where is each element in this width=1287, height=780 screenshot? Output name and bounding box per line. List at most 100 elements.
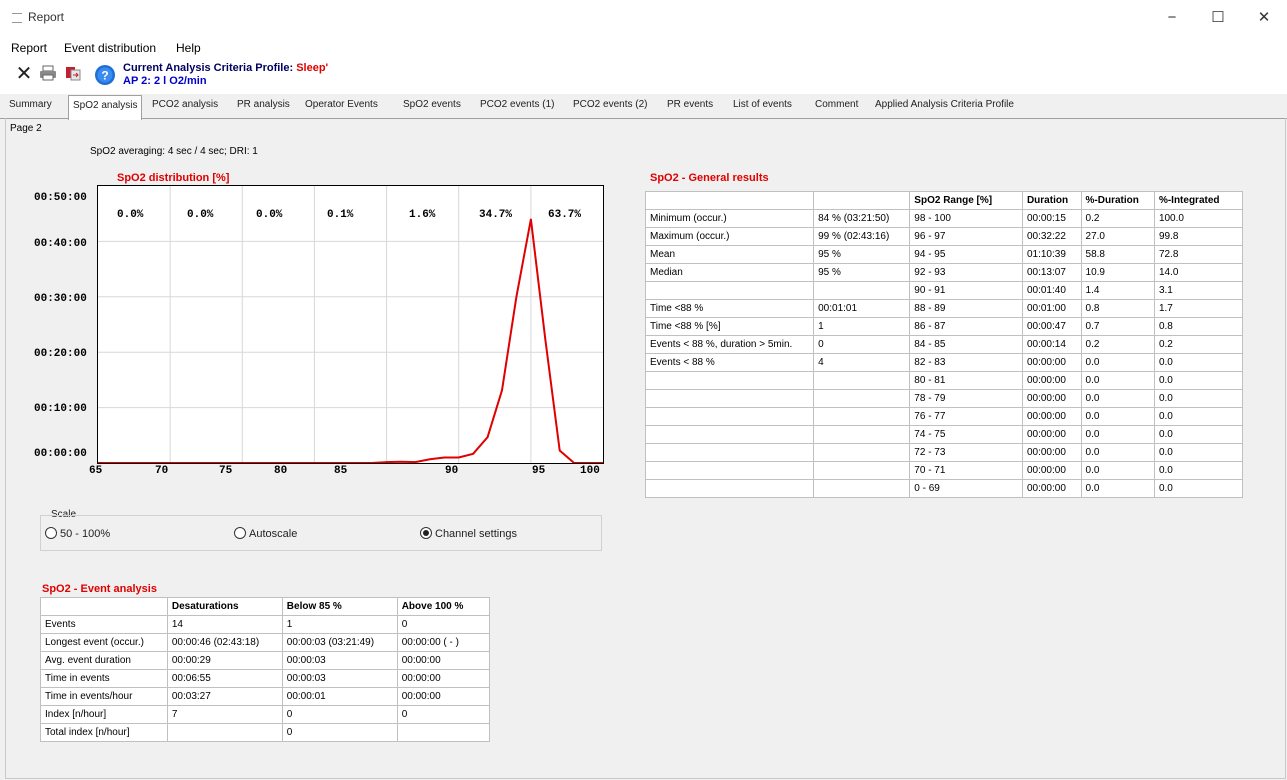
table-cell: 0.0: [1080, 479, 1155, 498]
tab-pco2-analysis[interactable]: PCO2 analysis: [152, 99, 218, 110]
table-cell: [644, 425, 815, 444]
table-cell: 1.4: [1080, 281, 1155, 300]
table-cell: 58.8: [1080, 245, 1155, 264]
table-cell: [813, 281, 911, 300]
minimize-button[interactable]: −: [1149, 6, 1195, 30]
table-cell: 0 - 69: [909, 479, 1023, 498]
table-cell: 84 % (03:21:50): [813, 209, 911, 228]
tab-spo2-analysis[interactable]: SpO2 analysis: [68, 95, 143, 120]
data-point: [400, 460, 402, 463]
table-cell: [813, 389, 911, 408]
event-analysis-title: SpO2 - Event analysis: [42, 583, 157, 595]
scale-option-channel-settings[interactable]: Channel settings: [420, 527, 517, 540]
profile-line-2: AP 2: 2 l O2/min: [123, 75, 207, 87]
table-cell: [813, 371, 911, 390]
scale-option-50-100[interactable]: 50 - 100%: [45, 527, 110, 540]
tab-strip: Summary SpO2 analysis PCO2 analysis PR a…: [0, 94, 1287, 120]
data-point: [486, 436, 489, 438]
table-cell: 0.0: [1153, 443, 1244, 462]
table-cell: 00:03:27: [166, 687, 283, 706]
table-cell: Longest event (occur.): [40, 633, 168, 652]
table-cell: Index [n/hour]: [40, 705, 168, 724]
distribution-title: SpO2 distribution [%]: [117, 172, 230, 184]
table-cell: 00:00:46 (02:43:18): [166, 633, 283, 652]
data-point: [558, 449, 561, 452]
tab-pco2-events-2[interactable]: PCO2 events (2): [573, 99, 647, 110]
table-cell: 0.0: [1153, 425, 1244, 444]
table-cell: 00:00:00: [1021, 371, 1082, 390]
table-header: SpO2 Range [%] Duration %-Duration %-Integr…: [644, 191, 1244, 210]
table-cell: 00:01:01: [813, 299, 911, 318]
distribution-chart: [97, 185, 604, 464]
table-cell: 0.0: [1080, 425, 1155, 444]
profile-line: Current Analysis Criteria Profile: Sleep…: [123, 62, 328, 74]
print-icon[interactable]: [38, 64, 58, 84]
table-cell: Maximum (occur.): [644, 227, 815, 246]
table-cell: [396, 723, 491, 742]
table-cell: 00:00:00: [396, 687, 491, 706]
table-cell: 00:00:00: [1021, 407, 1082, 426]
menu-report[interactable]: Report: [11, 41, 47, 55]
table-cell: 0: [281, 705, 398, 724]
y-tick-label: 00:50:00: [34, 192, 87, 204]
svg-text:?: ?: [101, 69, 108, 83]
column-header: %-Duration: [1080, 191, 1155, 210]
table-cell: 0.8: [1080, 299, 1155, 318]
table-cell: [813, 461, 911, 480]
tab-list-of-events[interactable]: List of events: [733, 99, 792, 110]
close-window-button[interactable]: ✕: [1241, 6, 1287, 30]
table-row: Median 95 % 92 - 93 00:13:07 10.9 14.0: [644, 263, 1244, 282]
x-tick-label: 75: [219, 465, 233, 477]
bin-percentage: 0.0%: [117, 209, 144, 221]
table-cell: 10.9: [1080, 263, 1155, 282]
table-cell: 00:00:15: [1021, 209, 1082, 228]
table-cell: 0: [396, 615, 491, 634]
menu-help[interactable]: Help: [176, 41, 201, 55]
table-cell: 00:06:55: [166, 669, 283, 688]
y-tick-label: 00:20:00: [34, 348, 87, 360]
table-cell: 72 - 73: [909, 443, 1023, 462]
table-row: 76 - 77 00:00:00 0.0 0.0: [644, 407, 1244, 426]
table-cell: 00:00:00: [1021, 461, 1082, 480]
table-cell: 1: [813, 317, 911, 336]
table-cell: 00:00:00: [1021, 443, 1082, 462]
page-label: Page 2: [10, 123, 42, 134]
general-results-table: SpO2 Range [%] Duration %-Duration %-Integr…: [644, 191, 1244, 498]
bin-percentage: 0.1%: [327, 209, 354, 221]
table-cell: 00:00:00 ( - ): [396, 633, 491, 652]
tab-spo2-events[interactable]: SpO2 events: [403, 99, 461, 110]
maximize-button[interactable]: ☐: [1195, 6, 1241, 30]
menu-event-distribution[interactable]: Event distribution: [64, 41, 156, 55]
table-cell: 100.0: [1153, 209, 1244, 228]
table-row: 74 - 75 00:00:00 0.0 0.0: [644, 425, 1244, 444]
tab-pr-analysis[interactable]: PR analysis: [237, 99, 290, 110]
tab-pr-events[interactable]: PR events: [667, 99, 713, 110]
bin-percentage: 63.7%: [548, 209, 582, 221]
tab-operator-events[interactable]: Operator Events: [305, 99, 378, 110]
help-icon[interactable]: ?: [94, 64, 115, 85]
table-cell: 95 %: [813, 263, 911, 282]
tab-comment[interactable]: Comment: [815, 99, 858, 110]
table-cell: 3.1: [1153, 281, 1244, 300]
table-cell: 78 - 79: [909, 389, 1023, 408]
close-icon[interactable]: ✕: [14, 64, 34, 84]
table-cell: [644, 389, 815, 408]
table-cell: 7: [166, 705, 283, 724]
tab-pco2-events-1[interactable]: PCO2 events (1): [480, 99, 554, 110]
table-cell: 99.8: [1153, 227, 1244, 246]
table-cell: 0.0: [1153, 479, 1244, 498]
table-row: Mean 95 % 94 - 95 01:10:39 58.8 72.8: [644, 245, 1244, 264]
column-header: [813, 191, 911, 210]
export-icon[interactable]: [63, 64, 83, 84]
table-row: Longest event (occur.) 00:00:46 (02:43:18…: [40, 633, 491, 652]
table-row: Events 14 1 0: [40, 615, 491, 634]
scale-option-autoscale[interactable]: Autoscale: [234, 527, 297, 540]
tab-summary[interactable]: Summary: [9, 99, 52, 110]
table-cell: Time in events: [40, 669, 168, 688]
radio-label: 50 - 100%: [60, 528, 111, 540]
table-cell: [813, 407, 911, 426]
table-row: Minimum (occur.) 84 % (03:21:50) 98 - 100 0…: [644, 209, 1244, 228]
table-cell: 0.0: [1080, 461, 1155, 480]
table-cell: 0.2: [1080, 335, 1155, 354]
tab-applied-profile[interactable]: Applied Analysis Criteria Profile: [875, 99, 1014, 110]
